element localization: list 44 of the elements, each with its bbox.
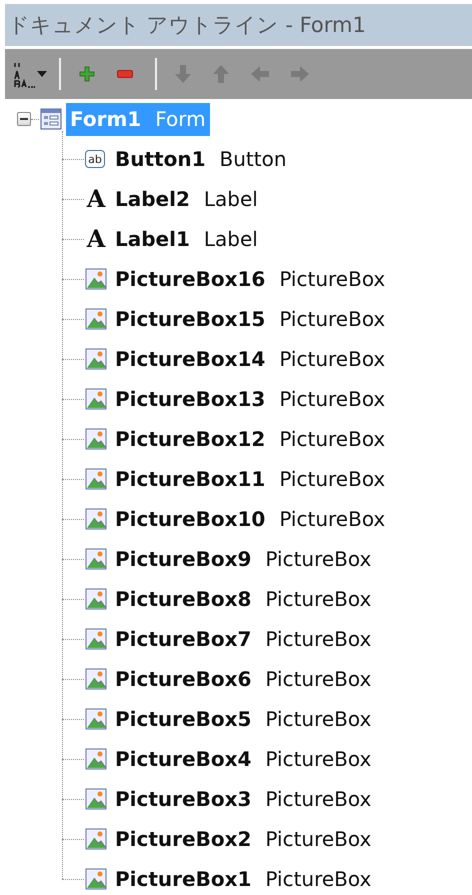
label-control-icon: A — [85, 187, 107, 211]
picture-icon — [85, 588, 107, 610]
picture-icon — [85, 308, 107, 330]
picture-icon — [85, 868, 107, 890]
tree-node[interactable]: PictureBox3 PictureBox — [111, 782, 376, 816]
tree-node[interactable]: Label2 Label — [111, 182, 262, 216]
picture-icon — [85, 388, 107, 410]
picture-icon — [85, 348, 107, 370]
caret-icon[interactable] — [37, 71, 47, 77]
picture-icon — [85, 668, 107, 690]
picture-icon — [85, 268, 107, 290]
tree-node[interactable]: PictureBox14 PictureBox — [111, 342, 390, 376]
tree-node[interactable]: Label1 Label — [111, 222, 262, 256]
collapse-toggle[interactable] — [17, 112, 31, 126]
tree-node[interactable]: PictureBox1 PictureBox — [111, 862, 376, 895]
button-control-icon: ab — [85, 150, 105, 168]
tree-node[interactable]: PictureBox16 PictureBox — [111, 262, 390, 296]
picture-icon — [85, 428, 107, 450]
tree-node[interactable]: PictureBox9 PictureBox — [111, 542, 376, 576]
picture-icon — [85, 748, 107, 770]
tree-node[interactable]: PictureBox10 PictureBox — [111, 502, 390, 536]
picture-icon — [85, 708, 107, 730]
tree-node[interactable]: PictureBox6 PictureBox — [111, 662, 376, 696]
label-control-icon: A — [85, 227, 107, 251]
tree-node[interactable]: PictureBox12 PictureBox — [111, 422, 390, 456]
picture-icon — [85, 788, 107, 810]
picture-icon — [85, 548, 107, 570]
picture-icon — [85, 828, 107, 850]
tree-node[interactable]: PictureBox5 PictureBox — [111, 702, 376, 736]
plus-icon[interactable] — [79, 66, 95, 82]
window-title: ドキュメント アウトライン - Form1 — [5, 4, 472, 46]
tree-node[interactable]: PictureBox11 PictureBox — [111, 462, 390, 496]
tree-node[interactable]: PictureBox13 PictureBox — [111, 382, 390, 416]
tree-node[interactable]: PictureBox7 PictureBox — [111, 622, 376, 656]
minus-icon[interactable] — [117, 70, 133, 78]
form-icon — [40, 108, 62, 130]
tree-node[interactable]: PictureBox4 PictureBox — [111, 742, 376, 776]
tree-node[interactable]: PictureBox15 PictureBox — [111, 302, 390, 336]
picture-icon — [85, 508, 107, 530]
tree-node[interactable]: Button1 Button — [111, 142, 290, 176]
tree-node[interactable]: PictureBox8 PictureBox — [111, 582, 376, 616]
tree-node[interactable]: PictureBox2 PictureBox — [111, 822, 376, 856]
picture-icon — [85, 468, 107, 490]
picture-icon — [85, 628, 107, 650]
